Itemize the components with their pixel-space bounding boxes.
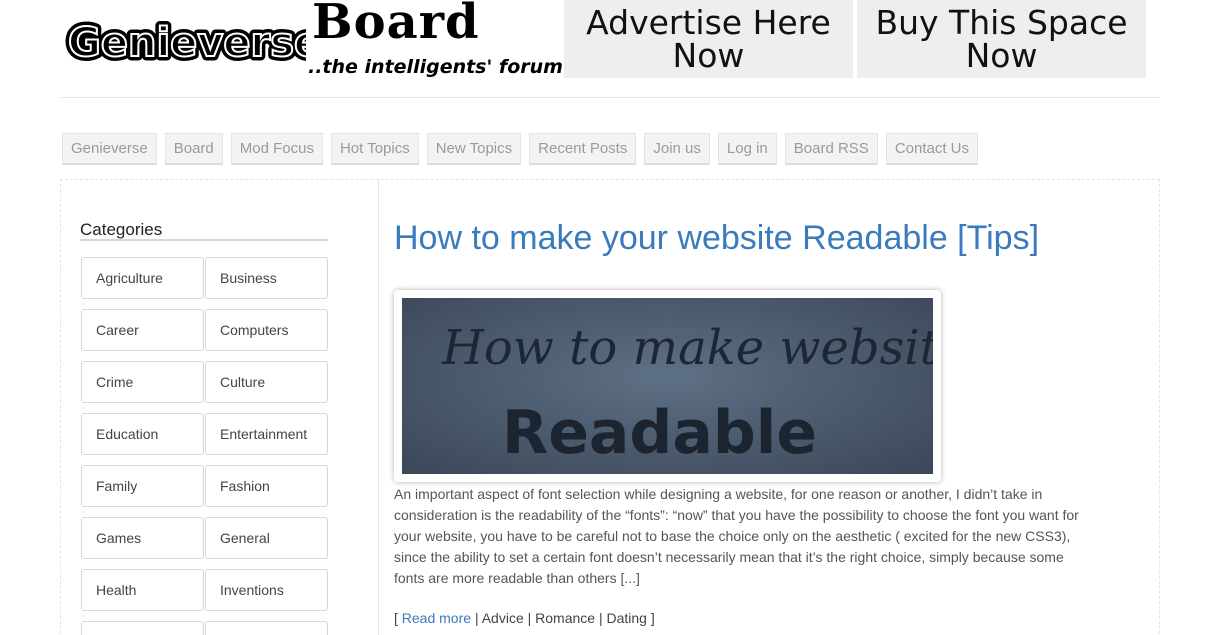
category-education[interactable]: Education <box>81 413 204 455</box>
nav-item-join-us[interactable]: Join us <box>644 133 710 165</box>
nav-item-contact-us[interactable]: Contact Us <box>885 133 979 165</box>
category-family[interactable]: Family <box>81 465 204 507</box>
nav-item-recent-posts[interactable]: Recent Posts <box>529 133 637 165</box>
genieverse-wordmark: Genieverse Genieverse <box>64 16 307 71</box>
category-agriculture[interactable]: Agriculture <box>81 257 204 299</box>
meta-open-bracket: [ <box>394 610 398 626</box>
categories-heading: Categories <box>80 220 163 239</box>
logo-board-text: Board <box>312 0 480 50</box>
category-item[interactable] <box>205 621 328 635</box>
ad-line-1: Buy This Space <box>875 3 1128 42</box>
tag-romance-link[interactable]: Romance <box>535 610 595 626</box>
tag-dating-link[interactable]: Dating <box>607 610 647 626</box>
main-nav: Genieverse Board Mod Focus Hot Topics Ne… <box>62 133 979 165</box>
nav-item-mod-focus[interactable]: Mod Focus <box>230 133 323 165</box>
meta-separator: | <box>527 610 532 626</box>
nav-item-hot-topics[interactable]: Hot Topics <box>330 133 419 165</box>
post-image: How to make website Readable <box>402 298 933 474</box>
post-excerpt: An important aspect of font selection wh… <box>394 486 1079 586</box>
sidebar-divider <box>378 180 379 635</box>
meta-separator: | <box>598 610 603 626</box>
category-fashion[interactable]: Fashion <box>205 465 328 507</box>
site-logo[interactable]: Genieverse Genieverse Board ..the intell… <box>62 0 563 84</box>
nav-item-board-rss[interactable]: Board RSS <box>784 133 878 165</box>
post-thumbnail[interactable]: How to make website Readable <box>394 290 941 482</box>
category-entertainment[interactable]: Entertainment <box>205 413 328 455</box>
ad-line-2: Now <box>672 36 745 75</box>
buy-this-space-banner[interactable]: Buy This Space Now <box>857 0 1146 78</box>
category-inventions[interactable]: Inventions <box>205 569 328 611</box>
category-health[interactable]: Health <box>81 569 204 611</box>
logo-tagline: ..the intelligents' forum <box>308 56 563 78</box>
category-general[interactable]: General <box>205 517 328 559</box>
categories-underline <box>80 239 328 241</box>
nav-item-genieverse[interactable]: Genieverse <box>62 133 157 165</box>
svg-text:Genieverse: Genieverse <box>68 20 306 66</box>
image-text-line-1: How to make website <box>442 320 933 376</box>
meta-separator: | <box>474 610 479 626</box>
category-item[interactable] <box>81 621 204 635</box>
header-divider <box>60 97 1160 98</box>
category-business[interactable]: Business <box>205 257 328 299</box>
category-computers[interactable]: Computers <box>205 309 328 351</box>
category-crime[interactable]: Crime <box>81 361 204 403</box>
nav-item-new-topics[interactable]: New Topics <box>426 133 522 165</box>
post-meta: [ Read more | Advice | Romance | Dating … <box>394 610 655 626</box>
meta-close-bracket: ] <box>650 610 655 626</box>
nav-item-log-in[interactable]: Log in <box>717 133 777 165</box>
category-culture[interactable]: Culture <box>205 361 328 403</box>
image-text-line-2: Readable <box>502 398 818 468</box>
tag-advice-link[interactable]: Advice <box>482 610 524 626</box>
post-title-link[interactable]: How to make your website Readable [Tips] <box>394 219 1039 258</box>
ad-line-1: Advertise Here <box>586 3 831 42</box>
ad-line-2: Now <box>965 36 1038 75</box>
category-career[interactable]: Career <box>81 309 204 351</box>
nav-item-board[interactable]: Board <box>164 133 223 165</box>
category-games[interactable]: Games <box>81 517 204 559</box>
advertise-here-banner[interactable]: Advertise Here Now <box>564 0 853 78</box>
read-more-link[interactable]: Read more <box>402 610 471 626</box>
